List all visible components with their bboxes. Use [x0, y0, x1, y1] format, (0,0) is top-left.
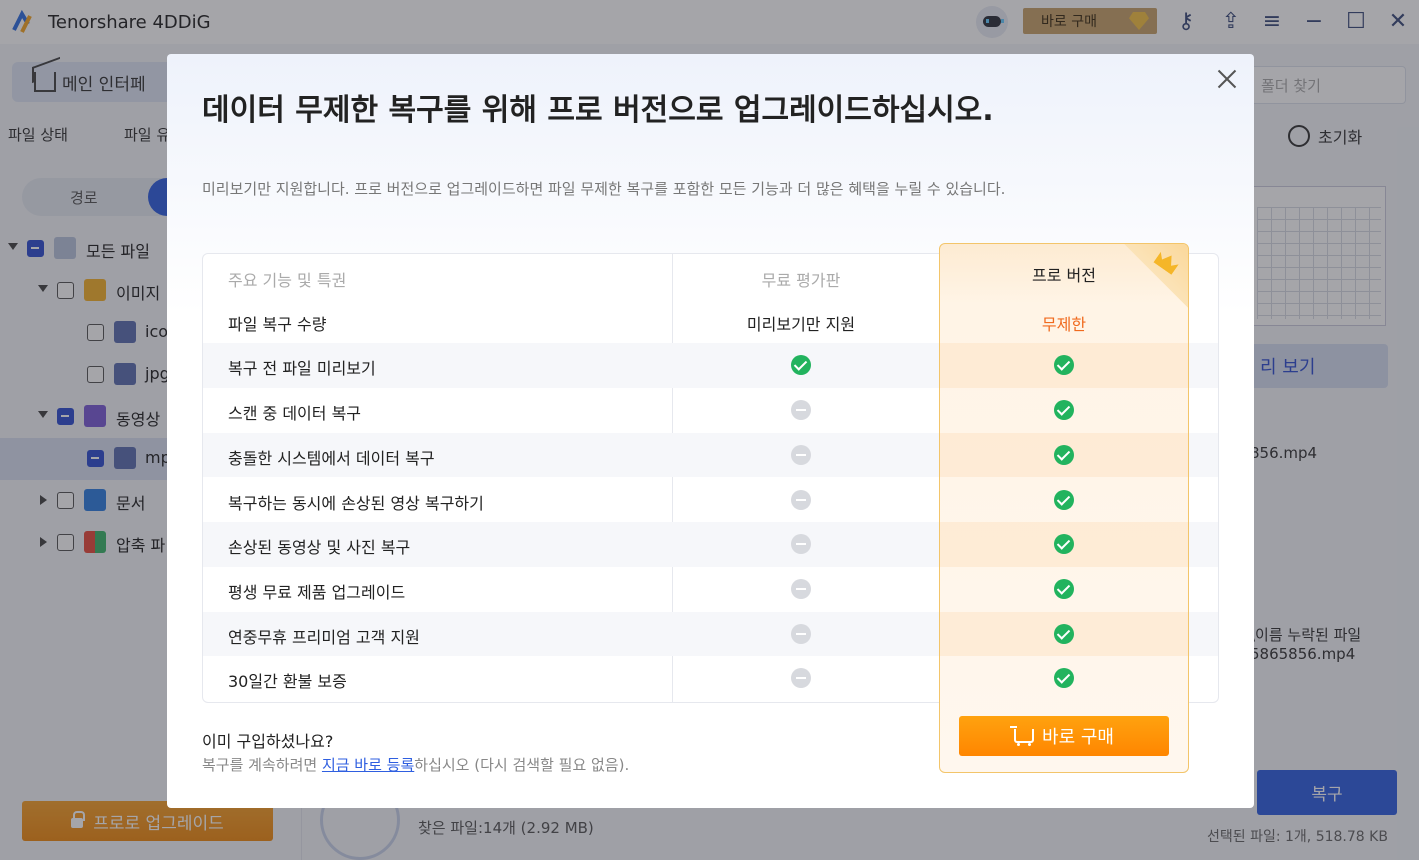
dialog-subtitle: 미리보기만 지원합니다. 프로 버전으로 업그레이드하면 파일 무제한 복구를 … — [202, 180, 1006, 198]
buy-now-button[interactable]: 바로 구매 — [959, 716, 1169, 756]
pro-cell — [940, 522, 1188, 567]
feature-label: 연중무휴 프리미엄 고객 지원 — [228, 627, 420, 647]
unavailable-icon — [791, 400, 811, 421]
feature-label: 복구 전 파일 미리보기 — [228, 359, 376, 379]
check-icon — [1054, 400, 1074, 421]
header-feature: 주요 기능 및 특권 — [228, 271, 347, 290]
unavailable-icon — [791, 489, 811, 510]
check-icon — [1054, 668, 1074, 689]
pro-cell — [940, 567, 1188, 612]
close-icon[interactable] — [1216, 68, 1238, 90]
pro-cell — [940, 432, 1188, 478]
check-icon — [1054, 578, 1074, 599]
check-icon — [1054, 489, 1074, 510]
buy-now-label: 바로 구매 — [1042, 727, 1114, 748]
pro-cell: 무제한 — [940, 299, 1188, 344]
check-icon — [1054, 355, 1074, 376]
check-icon — [1054, 444, 1074, 465]
feature-label: 손상된 동영상 및 사진 복구 — [228, 538, 411, 558]
feature-label: 복구하는 동시에 손상된 영상 복구하기 — [228, 493, 484, 513]
unavailable-icon — [791, 534, 811, 555]
register-line: 복구를 계속하려면 지금 바로 등록하십시오 (다시 검색할 필요 없음). — [202, 754, 629, 775]
register-now-link[interactable]: 지금 바로 등록 — [322, 756, 414, 774]
unavailable-icon — [791, 623, 811, 644]
free-value: 미리보기만 지원 — [746, 314, 856, 334]
cart-icon — [1010, 726, 1035, 746]
check-icon — [791, 355, 811, 376]
feature-label: 30일간 환불 보증 — [228, 672, 347, 692]
pro-cell — [940, 343, 1188, 389]
pro-version-column: 프로 버전 무제한 — [939, 243, 1189, 773]
unavailable-icon — [791, 444, 811, 465]
header-free: 무료 평가판 — [761, 271, 841, 290]
check-icon — [1054, 534, 1074, 555]
pro-cell — [940, 388, 1188, 433]
pro-cell — [940, 478, 1188, 523]
check-icon — [1054, 623, 1074, 644]
upgrade-dialog: 데이터 무제한 복구를 위해 프로 버전으로 업그레이드하십시오. 미리보기만 … — [167, 54, 1254, 808]
feature-label: 파일 복구 수량 — [228, 314, 327, 334]
feature-label: 평생 무료 제품 업그레이드 — [228, 582, 406, 602]
dialog-title: 데이터 무제한 복구를 위해 프로 버전으로 업그레이드하십시오. — [202, 93, 994, 128]
header-pro: 프로 버전 — [1032, 266, 1096, 285]
feature-label: 스캔 중 데이터 복구 — [228, 404, 362, 424]
feature-label: 충돌한 시스템에서 데이터 복구 — [228, 448, 435, 468]
pro-unlimited-value: 무제한 — [1041, 314, 1087, 334]
unavailable-icon — [791, 668, 811, 689]
register-prefix: 복구를 계속하려면 — [202, 756, 322, 774]
register-suffix: 하십시오 (다시 검색할 필요 없음). — [414, 756, 630, 774]
pro-cell — [940, 656, 1188, 701]
unavailable-icon — [791, 578, 811, 599]
pro-cell — [940, 611, 1188, 657]
already-purchased-text: 이미 구입하셨나요? — [202, 732, 334, 751]
